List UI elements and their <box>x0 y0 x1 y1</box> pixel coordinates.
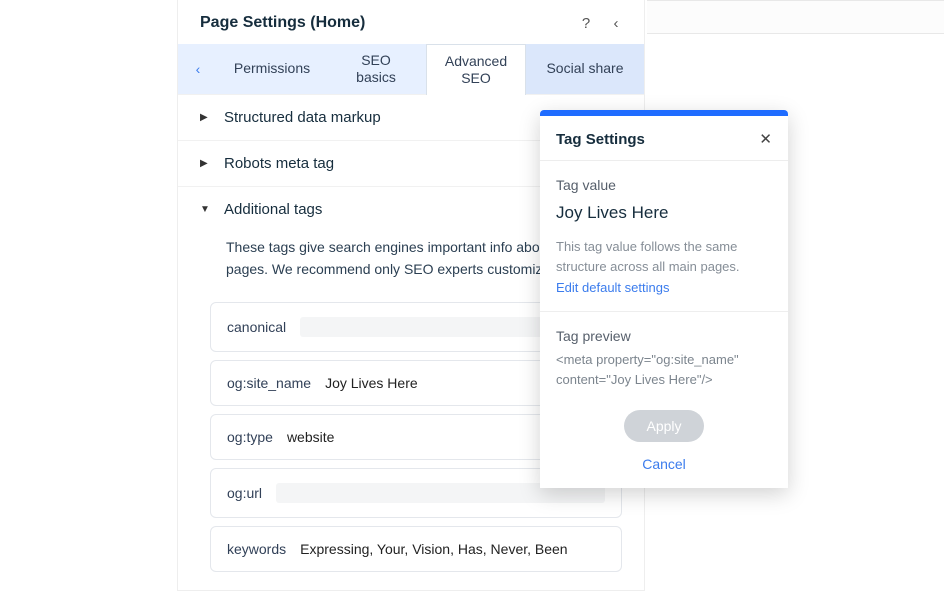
tag-key: og:site_name <box>227 375 311 391</box>
tab-advanced-seo[interactable]: Advanced SEO <box>426 44 526 95</box>
popover-title: Tag Settings <box>556 131 759 148</box>
tag-settings-popover: Tag Settings ✕ Tag value Joy Lives Here … <box>540 110 788 488</box>
cancel-link[interactable]: Cancel <box>556 456 772 472</box>
tag-key: keywords <box>227 541 286 557</box>
panel-header: Page Settings (Home) ? ‹ <box>178 0 644 44</box>
tab-permissions[interactable]: Permissions <box>218 44 326 94</box>
background-strip <box>647 0 944 34</box>
popover-header: Tag Settings ✕ <box>540 116 788 161</box>
tag-row-keywords[interactable]: keywords Expressing, Your, Vision, Has, … <box>210 526 622 572</box>
tag-key: canonical <box>227 319 286 335</box>
edit-default-settings-link[interactable]: Edit default settings <box>556 280 669 295</box>
tag-value-label: Tag value <box>556 177 772 193</box>
tag-value: website <box>287 429 334 445</box>
tab-bar: ‹ Permissions SEO basics Advanced SEO So… <box>178 44 644 94</box>
popover-actions: Apply Cancel <box>556 410 772 472</box>
chevron-right-icon: ▶ <box>200 112 214 123</box>
apply-button[interactable]: Apply <box>624 410 703 442</box>
help-icon[interactable]: ? <box>576 15 596 32</box>
tab-seo-basics[interactable]: SEO basics <box>326 44 426 94</box>
tab-social-share[interactable]: Social share <box>526 44 644 94</box>
accordion-label: Additional tags <box>224 201 322 218</box>
collapse-icon[interactable]: ‹ <box>606 15 626 32</box>
tag-preview-label: Tag preview <box>556 328 772 344</box>
tag-value: Expressing, Your, Vision, Has, Never, Be… <box>300 541 567 557</box>
accordion-label: Robots meta tag <box>224 155 334 172</box>
tag-value-text: Joy Lives Here <box>556 203 772 223</box>
panel-title: Page Settings (Home) <box>200 14 566 32</box>
tag-key: og:type <box>227 429 273 445</box>
divider <box>540 311 788 312</box>
accordion-label: Structured data markup <box>224 109 381 126</box>
tag-value: Joy Lives Here <box>325 375 418 391</box>
chevron-down-icon: ▼ <box>200 204 214 215</box>
tag-value-note: This tag value follows the same structur… <box>556 237 772 276</box>
chevron-right-icon: ▶ <box>200 158 214 169</box>
tag-preview-text: <meta property="og:site_name" content="J… <box>556 350 772 390</box>
close-icon[interactable]: ✕ <box>759 130 772 148</box>
popover-body: Tag value Joy Lives Here This tag value … <box>540 161 788 488</box>
tabs-scroll-left-icon[interactable]: ‹ <box>178 44 218 94</box>
tag-key: og:url <box>227 485 262 501</box>
